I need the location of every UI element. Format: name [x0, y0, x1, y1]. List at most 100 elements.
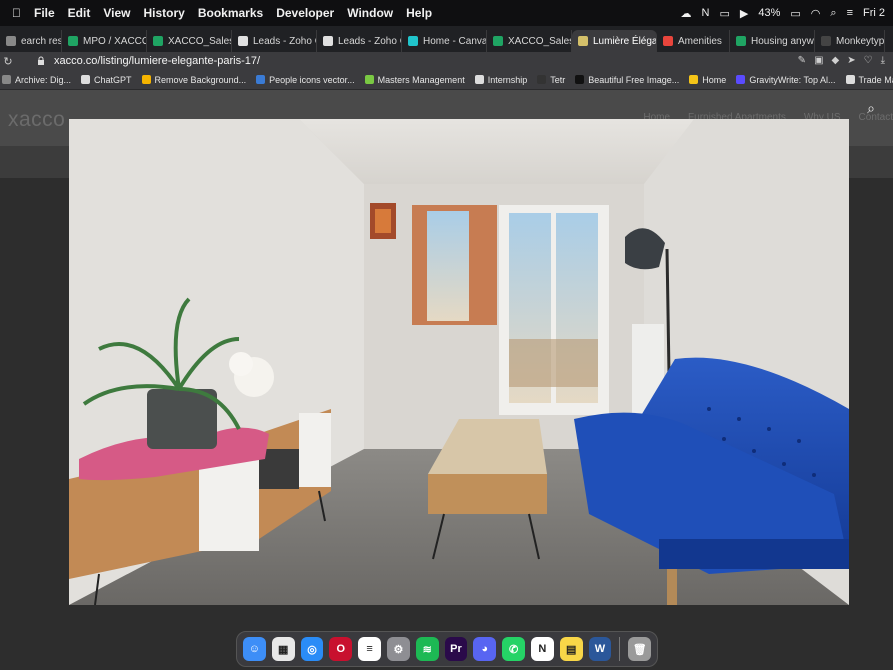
bookmark-item[interactable]: Trade Mark Agents |... [845, 75, 893, 85]
reload-icon[interactable]: ↻ [0, 55, 16, 68]
menu-view[interactable]: View [103, 6, 130, 20]
download-icon[interactable]: ⤓ [881, 55, 885, 66]
bookmark-favicon-icon [256, 75, 266, 84]
menu-developer[interactable]: Developer [276, 6, 334, 20]
browser-tab[interactable]: Amenities [657, 30, 730, 52]
bookmark-item[interactable]: Archive: Dig... [2, 75, 71, 85]
browser-tab[interactable]: earch results - sh [0, 30, 62, 52]
bookmark-label: Tetr [550, 74, 566, 85]
menu-edit[interactable]: Edit [68, 6, 91, 20]
bookmark-favicon-icon [845, 75, 855, 84]
bookmark-item[interactable]: Tetr [537, 75, 565, 85]
tab-label: Housing anywhere a [751, 35, 814, 47]
bookmark-label: GravityWrite: Top Al... [749, 74, 836, 85]
settings-icon[interactable]: ⚙ [386, 637, 410, 661]
browser-tab[interactable]: MPO / XACCO - Ap [62, 30, 147, 52]
word-icon[interactable]: W [588, 637, 612, 661]
apple-icon[interactable]:  [12, 6, 21, 20]
screenshot-icon[interactable]: ▣ [814, 55, 823, 66]
finder-icon[interactable]: ☺ [243, 637, 266, 661]
bookmark-favicon-icon [575, 75, 585, 84]
tab-label: XACCO_Sales_Fran [508, 35, 571, 47]
browser-tab[interactable]: Leads - Zoho CRM [317, 30, 402, 52]
bookmark-favicon-icon [81, 75, 91, 84]
bookmark-label: Internship [487, 74, 528, 85]
control-center-icon[interactable]: ≡ [847, 7, 853, 19]
notes-icon[interactable]: ▤ [559, 637, 583, 661]
browser-tab-bar: earch results - sh MPO / XACCO - Ap XACCO_… [0, 26, 893, 52]
whatsapp-icon[interactable]: ✆ [502, 637, 525, 661]
launchpad-icon[interactable]: ▦ [271, 637, 295, 661]
tab-label: earch results - sh [21, 35, 62, 47]
site-search-icon[interactable]: ⌕ [867, 100, 875, 117]
listing-photo-lightbox[interactable] [69, 119, 849, 605]
tab-label: Home - Canva [423, 35, 487, 47]
browser-tab[interactable]: Leads - Zoho CRM [232, 30, 317, 52]
battery-icon[interactable]: ▭ [790, 7, 800, 20]
site-info-icon[interactable] [36, 56, 46, 66]
wifi-icon[interactable]: ◠ [811, 7, 821, 20]
bookmark-favicon-icon [364, 75, 374, 84]
browser-tab[interactable]: Lumière Élégante | P [572, 30, 657, 52]
discord-icon[interactable]: ◕ [473, 637, 497, 661]
tab-label: Lumière Élégante | P [593, 35, 657, 47]
browser-tab[interactable]: Monkeytype | A m [815, 30, 885, 52]
site-logo[interactable]: xacco [8, 108, 65, 132]
tab-favicon-icon [821, 36, 831, 46]
notion-menubar-icon[interactable]: N [702, 7, 710, 19]
browser-tab[interactable]: Home - Canva [402, 30, 487, 52]
premiere-icon[interactable]: Pr [444, 637, 468, 661]
browser-tab[interactable]: XACCO_Sales_Sing [147, 30, 232, 52]
edit-icon[interactable]: ✎ [798, 55, 806, 66]
spotify-icon[interactable]: ≋ [415, 637, 439, 661]
tab-favicon-icon [663, 36, 673, 46]
bookmark-item[interactable]: ChatGPT [81, 75, 132, 85]
bookmark-label: People icons vector... [269, 74, 355, 85]
menu-help[interactable]: Help [406, 6, 432, 20]
creative-cloud-icon[interactable]: ☁ [681, 7, 692, 20]
tab-favicon-icon [736, 36, 746, 46]
macos-dock: ☺ ▦ ◎ O ≡ ⚙ ≋ Pr ◕ ✆ N ▤ W 🗑 [236, 631, 658, 667]
bookmark-label: Archive: Dig... [15, 74, 72, 85]
bookmark-item[interactable]: Remove Background... [141, 75, 246, 85]
menu-bookmarks[interactable]: Bookmarks [198, 6, 263, 20]
tab-label: Monkeytype | A m [836, 35, 885, 47]
bookmark-label: Home [702, 74, 727, 85]
reminders-icon[interactable]: ≡ [358, 637, 381, 661]
opera-icon[interactable]: O [329, 637, 353, 661]
bookmark-item[interactable]: Beautiful Free Image... [575, 75, 679, 85]
battery-percent: 43% [758, 7, 781, 19]
browser-tab[interactable]: Housing anywhere a [730, 30, 815, 52]
bookmark-favicon-icon [736, 75, 746, 84]
screen-mirror-icon[interactable]: ▭ [719, 7, 729, 20]
url-field[interactable]: xacco.co/listing/lumiere-elegante-paris-… [54, 55, 260, 67]
bookmark-item[interactable]: Home [689, 75, 726, 85]
macos-menubar:  File Edit View History Bookmarks Devel… [0, 0, 893, 26]
menubar-items:  File Edit View History Bookmarks Devel… [0, 6, 432, 20]
send-icon[interactable]: ➤ [847, 55, 855, 66]
bookmark-item[interactable]: Internship [474, 74, 528, 85]
bookmark-label: Masters Management [377, 74, 465, 85]
bookmark-item[interactable]: People icons vector... [256, 75, 355, 85]
browser-tab[interactable]: XACCO_Sales_Fran [487, 30, 572, 52]
dock-separator [619, 637, 621, 661]
notion-icon[interactable]: N [530, 637, 554, 661]
shield-icon[interactable]: ◆ [832, 55, 840, 66]
menubar-clock[interactable]: Fri 2 [863, 7, 885, 19]
tab-label: Leads - Zoho CRM [253, 35, 316, 47]
nav-contact[interactable]: Contact [859, 112, 893, 123]
search-icon[interactable]: ⌕ [830, 7, 836, 20]
heart-icon[interactable]: ♡ [864, 55, 873, 66]
menu-file[interactable]: File [34, 6, 55, 20]
tab-favicon-icon [493, 36, 503, 46]
tab-label: XACCO_Sales_Sing [168, 35, 231, 47]
menu-window[interactable]: Window [347, 6, 393, 20]
play-icon[interactable]: ▶ [740, 7, 748, 20]
tab-label: Leads - Zoho CRM [338, 35, 401, 47]
bookmarks-bar: Archive: Dig... ChatGPT Remove Background.… [0, 70, 893, 90]
safari-icon[interactable]: ◎ [300, 637, 324, 661]
bookmark-item[interactable]: GravityWrite: Top Al... [736, 74, 836, 85]
menu-history[interactable]: History [143, 6, 184, 20]
bookmark-item[interactable]: Masters Management [364, 74, 465, 85]
trash-icon[interactable]: 🗑 [628, 637, 652, 661]
